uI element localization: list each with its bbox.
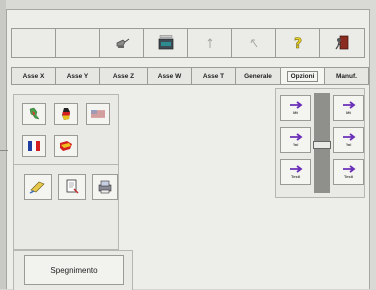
arrow-diagonal-button[interactable]	[231, 28, 275, 58]
jog-label: Testi	[290, 174, 301, 179]
toolbar: ?	[11, 28, 369, 58]
germany-flag-icon	[62, 108, 70, 120]
tab-asse-z[interactable]: Asse Z	[99, 67, 147, 85]
arrow-right-icon	[342, 165, 355, 173]
tab-label: Generale	[244, 72, 272, 80]
jog-label: Mt	[293, 110, 298, 115]
language-english-button[interactable]	[86, 103, 110, 125]
display-button[interactable]	[143, 28, 187, 58]
tab-label: Asse X	[22, 72, 45, 80]
jog-right-testi-button[interactable]: Testi	[333, 159, 364, 185]
jog-right-ini-button[interactable]: 'Ini	[333, 127, 364, 153]
italy-flag-icon	[29, 107, 40, 120]
tab-manuf[interactable]: Manuf.	[324, 67, 369, 85]
pen-icon	[29, 181, 45, 194]
oil-can-button[interactable]	[99, 28, 143, 58]
jog-left-mt-button[interactable]: Mt	[280, 95, 311, 121]
tab-label: Asse Z	[112, 72, 135, 80]
printer-icon	[98, 180, 112, 194]
tab-label: Asse W	[157, 72, 182, 80]
arrow-up-button[interactable]	[187, 28, 231, 58]
tab-asse-x[interactable]: Asse X	[11, 67, 55, 85]
document-button[interactable]	[58, 174, 86, 200]
exit-button[interactable]	[319, 28, 365, 58]
left-callout-line	[0, 150, 8, 151]
spain-flag-icon	[60, 141, 72, 151]
speed-slider-thumb[interactable]	[313, 141, 331, 149]
tab-opzioni[interactable]: Opzioni	[280, 67, 324, 85]
arrow-right-icon	[342, 133, 355, 141]
language-french-button[interactable]	[22, 135, 46, 157]
language-panel	[13, 94, 119, 168]
language-italian-button[interactable]	[22, 103, 46, 125]
question-mark-icon: ?	[293, 36, 302, 51]
toolbar-blank-button-1[interactable]	[11, 28, 55, 58]
arrow-diagonal-icon	[250, 39, 257, 48]
tab-bar: Asse X Asse Y Asse Z Asse W Asse T Gener…	[11, 67, 369, 85]
arrow-right-icon	[289, 165, 302, 173]
language-german-button[interactable]	[54, 103, 78, 125]
tab-asse-w[interactable]: Asse W	[147, 67, 191, 85]
france-flag-icon	[28, 141, 40, 151]
tab-asse-y[interactable]: Asse Y	[55, 67, 99, 85]
jog-right-mt-button[interactable]: Mt	[333, 95, 364, 121]
tab-asse-t[interactable]: Asse T	[191, 67, 235, 85]
tab-label: Opzioni	[286, 70, 319, 82]
help-button[interactable]: ?	[275, 28, 319, 58]
jog-label: 'Ini	[345, 142, 352, 147]
svg-text:?: ?	[293, 36, 301, 51]
oil-can-icon	[116, 38, 129, 48]
options-window: ? Asse X Asse Y Asse Z Asse W Asse T Gen…	[6, 9, 370, 290]
shutdown-label: Spegnimento	[50, 265, 98, 275]
shutdown-button[interactable]: Spegnimento	[24, 255, 124, 285]
exit-door-icon	[335, 35, 349, 50]
display-panel-icon	[158, 35, 173, 50]
arrow-right-icon	[289, 133, 302, 141]
jog-label: 'Ini	[292, 142, 299, 147]
printer-button[interactable]	[92, 174, 118, 200]
jog-left-ini-button[interactable]: 'Ini	[280, 127, 311, 153]
jog-label: Testi	[343, 174, 354, 179]
arrow-up-icon	[207, 38, 212, 48]
tab-label: Manuf.	[336, 72, 357, 80]
edit-button[interactable]	[24, 174, 52, 200]
shutdown-panel: Spegnimento	[13, 250, 133, 290]
tab-generale[interactable]: Generale	[235, 67, 280, 85]
jog-panel: Mt 'Ini Testi Mt 'Ini Testi	[275, 88, 365, 198]
usa-flag-icon	[91, 110, 105, 118]
jog-left-testi-button[interactable]: Testi	[280, 159, 311, 185]
tab-label: Asse T	[202, 72, 225, 80]
toolbar-blank-button-2[interactable]	[55, 28, 99, 58]
tab-label: Asse Y	[66, 72, 89, 80]
arrow-right-icon	[289, 101, 302, 109]
arrow-right-icon	[342, 101, 355, 109]
jog-label: Mt	[346, 110, 351, 115]
tools-panel	[13, 164, 119, 250]
language-spanish-button[interactable]	[54, 135, 78, 157]
document-icon	[66, 179, 79, 194]
